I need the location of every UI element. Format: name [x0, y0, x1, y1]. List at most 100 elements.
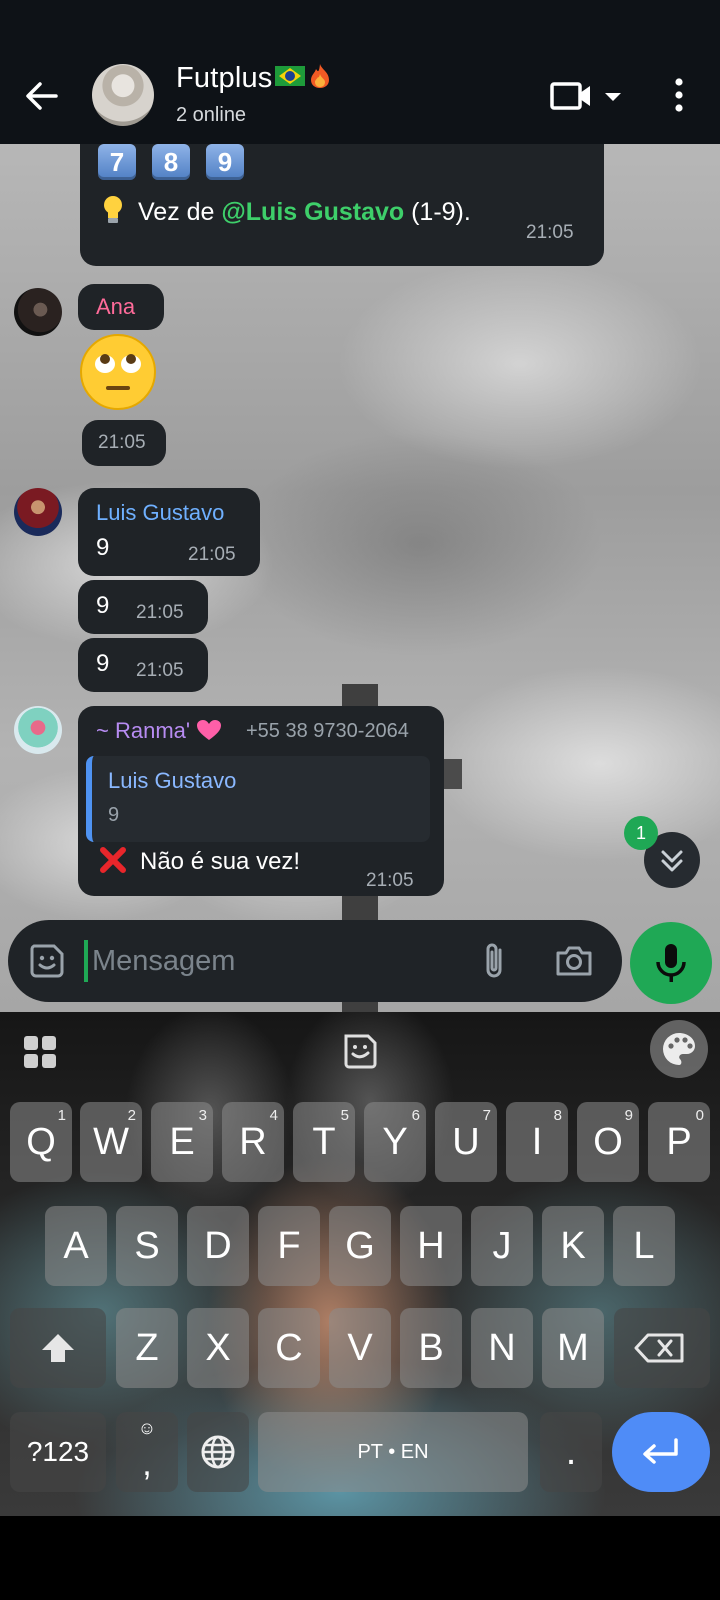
- sender-bubble[interactable]: Ana: [78, 284, 164, 330]
- sender-name-text: ~ Ranma': [96, 718, 191, 743]
- key-t[interactable]: T5: [293, 1102, 355, 1182]
- language-key[interactable]: [187, 1412, 249, 1492]
- arrow-left-icon: [26, 82, 58, 110]
- group-avatar[interactable]: [92, 64, 154, 126]
- key-y[interactable]: Y6: [364, 1102, 426, 1182]
- key-letter: W: [93, 1121, 129, 1163]
- message-text: Não é sua vez!: [100, 846, 301, 876]
- key-u[interactable]: U7: [435, 1102, 497, 1182]
- microphone-icon: [656, 944, 686, 982]
- backspace-key[interactable]: [614, 1308, 710, 1388]
- key-e[interactable]: E3: [151, 1102, 213, 1182]
- key-m[interactable]: M: [542, 1308, 604, 1388]
- key-n[interactable]: N: [471, 1308, 533, 1388]
- voice-record-button[interactable]: [630, 922, 712, 1004]
- number-key: 9: [206, 144, 244, 180]
- key-l[interactable]: L: [613, 1206, 675, 1286]
- turn-suffix: (1-9).: [404, 198, 471, 226]
- key-j[interactable]: J: [471, 1206, 533, 1286]
- video-call-button[interactable]: [550, 76, 624, 116]
- eye-roll-emoji-icon[interactable]: [78, 332, 158, 412]
- keyboard-menu-button[interactable]: [20, 1028, 60, 1076]
- key-x[interactable]: X: [187, 1308, 249, 1388]
- message-time: 21:05: [98, 432, 146, 453]
- key-i[interactable]: I8: [506, 1102, 568, 1182]
- back-button[interactable]: [22, 76, 62, 116]
- message-text: Vez de @Luis Gustavo (1-9).: [102, 195, 471, 228]
- sender-name[interactable]: Luis Gustavo: [96, 500, 224, 526]
- message-bubble[interactable]: ~ Ranma' +55 38 9730-2064 Luis Gustavo 9…: [78, 706, 444, 896]
- key-w[interactable]: W2: [80, 1102, 142, 1182]
- message-input[interactable]: [92, 938, 462, 984]
- emoji-sticker-button[interactable]: [28, 942, 66, 980]
- key-q[interactable]: Q1: [10, 1102, 72, 1182]
- key-d[interactable]: D: [187, 1206, 249, 1286]
- key-a[interactable]: A: [45, 1206, 107, 1286]
- chat-title[interactable]: Futplus: [176, 62, 331, 95]
- key-hint: 5: [340, 1107, 349, 1124]
- status-bar: [0, 0, 720, 46]
- camera-icon: [556, 946, 592, 976]
- message-composer: [8, 920, 622, 1002]
- sender-name[interactable]: ~ Ranma': [96, 718, 222, 744]
- key-v[interactable]: V: [329, 1308, 391, 1388]
- message-time: 21:05: [188, 544, 236, 565]
- key-hint: 3: [198, 1107, 207, 1124]
- message-time: 21:05: [136, 660, 184, 681]
- fire-icon: [309, 63, 331, 89]
- message-text: 9: [96, 534, 110, 561]
- chat-area[interactable]: 7 8 9 Vez de @Luis Gustavo (1-9). 21:05 …: [0, 144, 720, 1012]
- light-bulb-icon: [102, 195, 124, 225]
- theme-palette-button[interactable]: [650, 1020, 708, 1078]
- quoted-sender: Luis Gustavo: [108, 768, 237, 793]
- grid-icon: [24, 1036, 56, 1068]
- key-s[interactable]: S: [116, 1206, 178, 1286]
- sender-name[interactable]: Ana: [96, 294, 135, 320]
- key-k[interactable]: K: [542, 1206, 604, 1286]
- message-bubble[interactable]: 7 8 9 Vez de @Luis Gustavo (1-9). 21:05: [80, 144, 604, 266]
- shift-key[interactable]: [10, 1308, 106, 1388]
- globe-icon: [201, 1435, 235, 1469]
- navigation-bar: [0, 1516, 720, 1600]
- message-bubble[interactable]: Luis Gustavo 9 21:05: [78, 488, 260, 576]
- key-c[interactable]: C: [258, 1308, 320, 1388]
- enter-arrow-icon: [643, 1438, 678, 1464]
- key-hint: 1: [57, 1107, 66, 1124]
- avatar[interactable]: [14, 488, 62, 536]
- message-time: 21:05: [526, 222, 574, 243]
- quoted-reply[interactable]: Luis Gustavo 9: [86, 756, 430, 842]
- chat-title-text: Futplus: [176, 62, 273, 94]
- more-options-button[interactable]: [664, 74, 694, 118]
- sender-phone: +55 38 9730-2064: [246, 720, 409, 742]
- key-r[interactable]: R4: [222, 1102, 284, 1182]
- sticker-icon: [344, 1034, 377, 1069]
- turn-prefix: Vez de: [138, 198, 222, 226]
- key-hint: 0: [695, 1107, 704, 1124]
- keyboard-sticker-button[interactable]: [340, 1028, 380, 1076]
- key-g[interactable]: G: [329, 1206, 391, 1286]
- key-b[interactable]: B: [400, 1308, 462, 1388]
- message-bubble[interactable]: 9 21:05: [78, 580, 208, 634]
- comma-key[interactable]: ☺ ,: [116, 1412, 178, 1492]
- key-f[interactable]: F: [258, 1206, 320, 1286]
- avatar[interactable]: [14, 706, 62, 754]
- message-body: Não é sua vez!: [140, 848, 301, 875]
- paperclip-icon: [486, 943, 502, 978]
- key-o[interactable]: O9: [577, 1102, 639, 1182]
- unread-count-badge: 1: [624, 816, 658, 850]
- key-z[interactable]: Z: [116, 1308, 178, 1388]
- space-bar[interactable]: PT • EN: [258, 1412, 528, 1492]
- period-key[interactable]: .: [540, 1412, 602, 1492]
- enter-key[interactable]: [612, 1412, 710, 1492]
- avatar[interactable]: [14, 288, 62, 336]
- symbols-key[interactable]: ?123: [10, 1412, 106, 1492]
- key-letter: R: [239, 1121, 267, 1163]
- key-p[interactable]: P0: [648, 1102, 710, 1182]
- number-key: 8: [152, 144, 190, 180]
- mention-link[interactable]: @Luis Gustavo: [221, 198, 404, 226]
- video-camera-icon: [550, 82, 621, 110]
- camera-button[interactable]: [554, 942, 594, 980]
- attach-button[interactable]: [478, 940, 512, 982]
- key-h[interactable]: H: [400, 1206, 462, 1286]
- message-bubble[interactable]: 9 21:05: [78, 638, 208, 692]
